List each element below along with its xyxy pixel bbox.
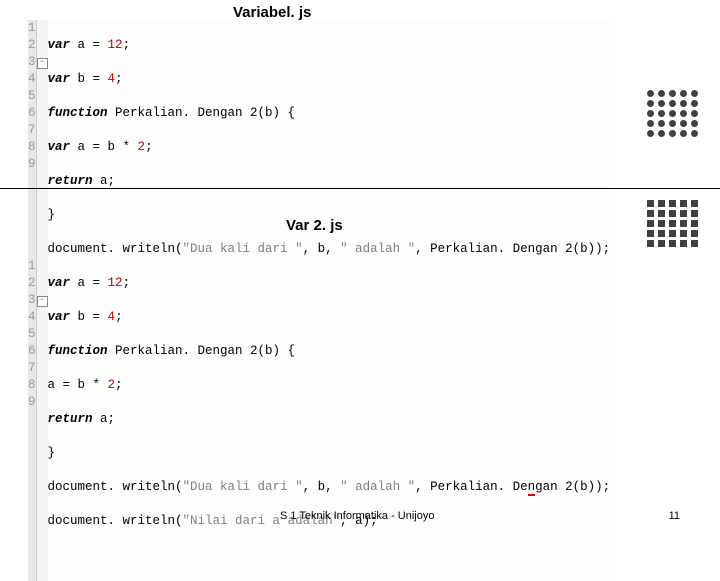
gutter-2: 1 2 3 4 5 6 7 8 9	[28, 258, 36, 581]
editor-2: 1 2 3 4 5 6 7 8 9 − var a = 12; var b = …	[28, 258, 610, 581]
decoration-bullets-top	[647, 88, 702, 138]
fold-column-2: −	[36, 258, 48, 581]
decoration-bullets-bottom	[647, 198, 702, 248]
footer-text: S 1 Teknik Informatika - Unijoyo	[280, 510, 434, 522]
fold-icon[interactable]: −	[37, 296, 48, 307]
title-variabel: Variabel. js	[233, 4, 311, 21]
divider-1	[0, 188, 720, 189]
code-2[interactable]: var a = 12; var b = 4; function Perkalia…	[48, 258, 611, 581]
title-var2: Var 2. js	[286, 217, 343, 234]
fold-icon[interactable]: −	[37, 58, 48, 69]
page-number: 11	[669, 510, 680, 522]
